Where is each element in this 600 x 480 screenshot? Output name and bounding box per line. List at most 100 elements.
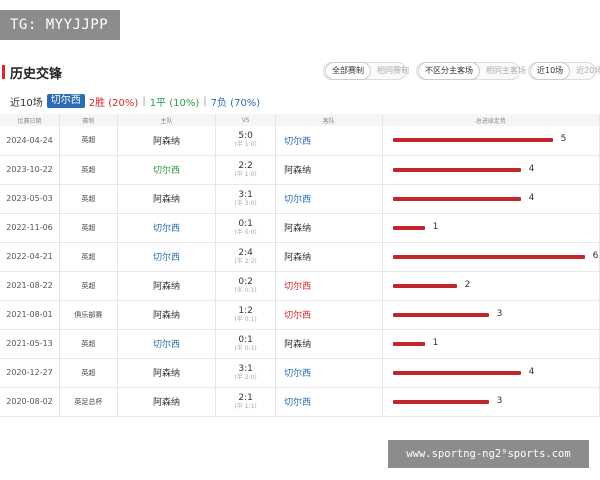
- table-row[interactable]: 2021-05-13 英超 切尔西 0:1 (半 0:1) 阿森纳 1: [0, 329, 600, 358]
- table-row[interactable]: 2023-10-22 英超 切尔西 2:2 (半 1:0) 阿森纳 4: [0, 155, 600, 184]
- away-team[interactable]: 切尔西: [275, 126, 383, 155]
- goal-trend-track: 4: [392, 367, 600, 377]
- away-team[interactable]: 切尔西: [275, 358, 383, 387]
- match-competition: 英超: [59, 126, 118, 155]
- full-time-score: 1:2: [238, 305, 253, 316]
- match-score-cell: 1:2 (半 0:1): [215, 300, 277, 329]
- goal-trend-bar: [392, 341, 425, 346]
- venue-toggle[interactable]: 不区分主客场 相同主客场: [416, 62, 526, 80]
- match-count-toggle[interactable]: 近10场 近20场: [528, 62, 600, 80]
- home-team[interactable]: 阿森纳: [117, 184, 217, 213]
- half-time-score: (半 0:0): [234, 228, 257, 236]
- match-score-cell: 2:2 (半 1:0): [215, 155, 277, 184]
- match-score-cell: 5:0 (半 1:0): [215, 126, 277, 155]
- toggle-same-competition[interactable]: 相同赛制: [371, 63, 415, 79]
- goal-trend-cell: 5: [382, 126, 600, 155]
- toggle-all-competitions[interactable]: 全部赛制: [325, 62, 371, 80]
- table-row[interactable]: 2022-11-06 英超 切尔西 0:1 (半 0:0) 阿森纳 1: [0, 213, 600, 242]
- toggle-any-venue[interactable]: 不区分主客场: [418, 62, 480, 80]
- tg-badge: TG: MYYJJPP: [0, 10, 120, 40]
- half-time-score: (半 0:1): [234, 344, 257, 352]
- goal-trend-track: 4: [392, 164, 600, 174]
- away-team[interactable]: 阿森纳: [275, 242, 383, 271]
- home-team[interactable]: 切尔西: [117, 242, 217, 271]
- half-time-score: (半 2:0): [234, 373, 257, 381]
- section-header: 历史交锋 全部赛制 相同赛制 不区分主客场 相同主客场 近10场 近20场: [0, 62, 600, 84]
- goal-trend-track: 1: [392, 338, 600, 348]
- competition-toggle[interactable]: 全部赛制 相同赛制: [323, 62, 409, 80]
- away-team[interactable]: 阿森纳: [275, 213, 383, 242]
- match-competition: 俱乐部赛: [59, 300, 118, 329]
- goal-trend-bar: [392, 370, 521, 375]
- match-score-cell: 3:1 (半 2:0): [215, 358, 277, 387]
- match-date: 2021-05-13: [0, 329, 61, 358]
- table-row[interactable]: 2021-08-22 英超 阿森纳 0:2 (半 0:1) 切尔西 2: [0, 271, 600, 300]
- match-date: 2023-05-03: [0, 184, 61, 213]
- match-competition: 英超: [59, 213, 118, 242]
- full-time-score: 0:2: [238, 276, 253, 287]
- match-competition: 英超: [59, 329, 118, 358]
- toggle-same-venue[interactable]: 相同主客场: [480, 63, 532, 79]
- summary-team-chip[interactable]: 切尔西: [46, 94, 85, 108]
- match-score-cell: 0:2 (半 0:1): [215, 271, 277, 300]
- table-row[interactable]: 2024-04-24 英超 阿森纳 5:0 (半 1:0) 切尔西 5: [0, 126, 600, 155]
- table-row[interactable]: 2020-12-27 英超 阿森纳 3:1 (半 2:0) 切尔西 4: [0, 358, 600, 387]
- match-date: 2020-08-02: [0, 387, 61, 416]
- header-date: 比赛日期: [0, 114, 61, 126]
- toggle-last-20[interactable]: 近20场: [570, 63, 600, 79]
- match-date: 2020-12-27: [0, 358, 61, 387]
- goal-trend-bar: [392, 225, 425, 230]
- table-row[interactable]: 2021-08-01 俱乐部赛 阿森纳 1:2 (半 0:1) 切尔西 3: [0, 300, 600, 329]
- half-time-score: (半 3:0): [234, 199, 257, 207]
- goal-trend-track: 3: [392, 396, 600, 406]
- home-team[interactable]: 切尔西: [117, 155, 217, 184]
- goal-trend-bar: [392, 283, 457, 288]
- table-row[interactable]: 2020-08-02 英足总杯 阿森纳 2:1 (半 1:1) 切尔西 3: [0, 387, 600, 416]
- away-team[interactable]: 切尔西: [275, 184, 383, 213]
- half-time-score: (半 1:0): [234, 170, 257, 178]
- full-time-score: 0:1: [238, 334, 253, 345]
- summary-draws: 1平 (10%): [149, 97, 200, 109]
- summary-row: 近10场 切尔西 2胜 (20%) | 1平 (10%) | 7负 (70%): [10, 93, 260, 109]
- half-time-score: (半 2:2): [234, 257, 257, 265]
- half-time-score: (半 0:1): [234, 286, 257, 294]
- half-time-score: (半 0:1): [234, 315, 257, 323]
- home-team[interactable]: 阿森纳: [117, 271, 217, 300]
- goal-trend-cell: 2: [382, 271, 600, 300]
- goal-trend-cell: 4: [382, 155, 600, 184]
- table-header-row: 比赛日期 赛制 主队 VS 客队 总进球走势: [0, 114, 600, 126]
- table-row[interactable]: 2022-04-21 英超 切尔西 2:4 (半 2:2) 阿森纳 6: [0, 242, 600, 271]
- toggle-last-10[interactable]: 近10场: [530, 62, 571, 80]
- goal-trend-cell: 3: [382, 387, 600, 416]
- away-team[interactable]: 阿森纳: [275, 155, 383, 184]
- goal-trend-bar: [392, 138, 553, 142]
- goal-trend-track: 3: [392, 309, 600, 319]
- match-date: 2023-10-22: [0, 155, 61, 184]
- home-team[interactable]: 切尔西: [117, 329, 217, 358]
- home-team[interactable]: 阿森纳: [117, 387, 217, 416]
- away-team[interactable]: 切尔西: [275, 271, 383, 300]
- home-team[interactable]: 阿森纳: [117, 300, 217, 329]
- goal-total-label: 1: [432, 221, 439, 232]
- match-competition: 英超: [59, 271, 118, 300]
- goal-trend-cell: 1: [382, 329, 600, 358]
- head-to-head-table: 比赛日期 赛制 主队 VS 客队 总进球走势 2024-04-24 英超 阿森纳 5:…: [0, 114, 600, 417]
- section-accent-bar: [2, 65, 5, 79]
- match-competition: 英超: [59, 184, 118, 213]
- goal-trend-cell: 3: [382, 300, 600, 329]
- away-team[interactable]: 阿森纳: [275, 329, 383, 358]
- goal-trend-cell: 4: [382, 358, 600, 387]
- table-row[interactable]: 2023-05-03 英超 阿森纳 3:1 (半 3:0) 切尔西 4: [0, 184, 600, 213]
- home-team[interactable]: 阿森纳: [117, 126, 217, 155]
- goal-trend-track: 6: [392, 251, 600, 261]
- table-body: 2024-04-24 英超 阿森纳 5:0 (半 1:0) 切尔西 5 2023-10-22 英…: [0, 126, 600, 416]
- summary-separator: |: [142, 95, 146, 107]
- header-goal-trend: 总进球走势: [382, 114, 600, 126]
- home-team[interactable]: 阿森纳: [117, 358, 217, 387]
- match-competition: 英超: [59, 358, 118, 387]
- home-team[interactable]: 切尔西: [117, 213, 217, 242]
- match-date: 2022-11-06: [0, 213, 61, 242]
- away-team[interactable]: 切尔西: [275, 387, 383, 416]
- away-team[interactable]: 切尔西: [275, 300, 383, 329]
- goal-trend-bar: [392, 312, 489, 317]
